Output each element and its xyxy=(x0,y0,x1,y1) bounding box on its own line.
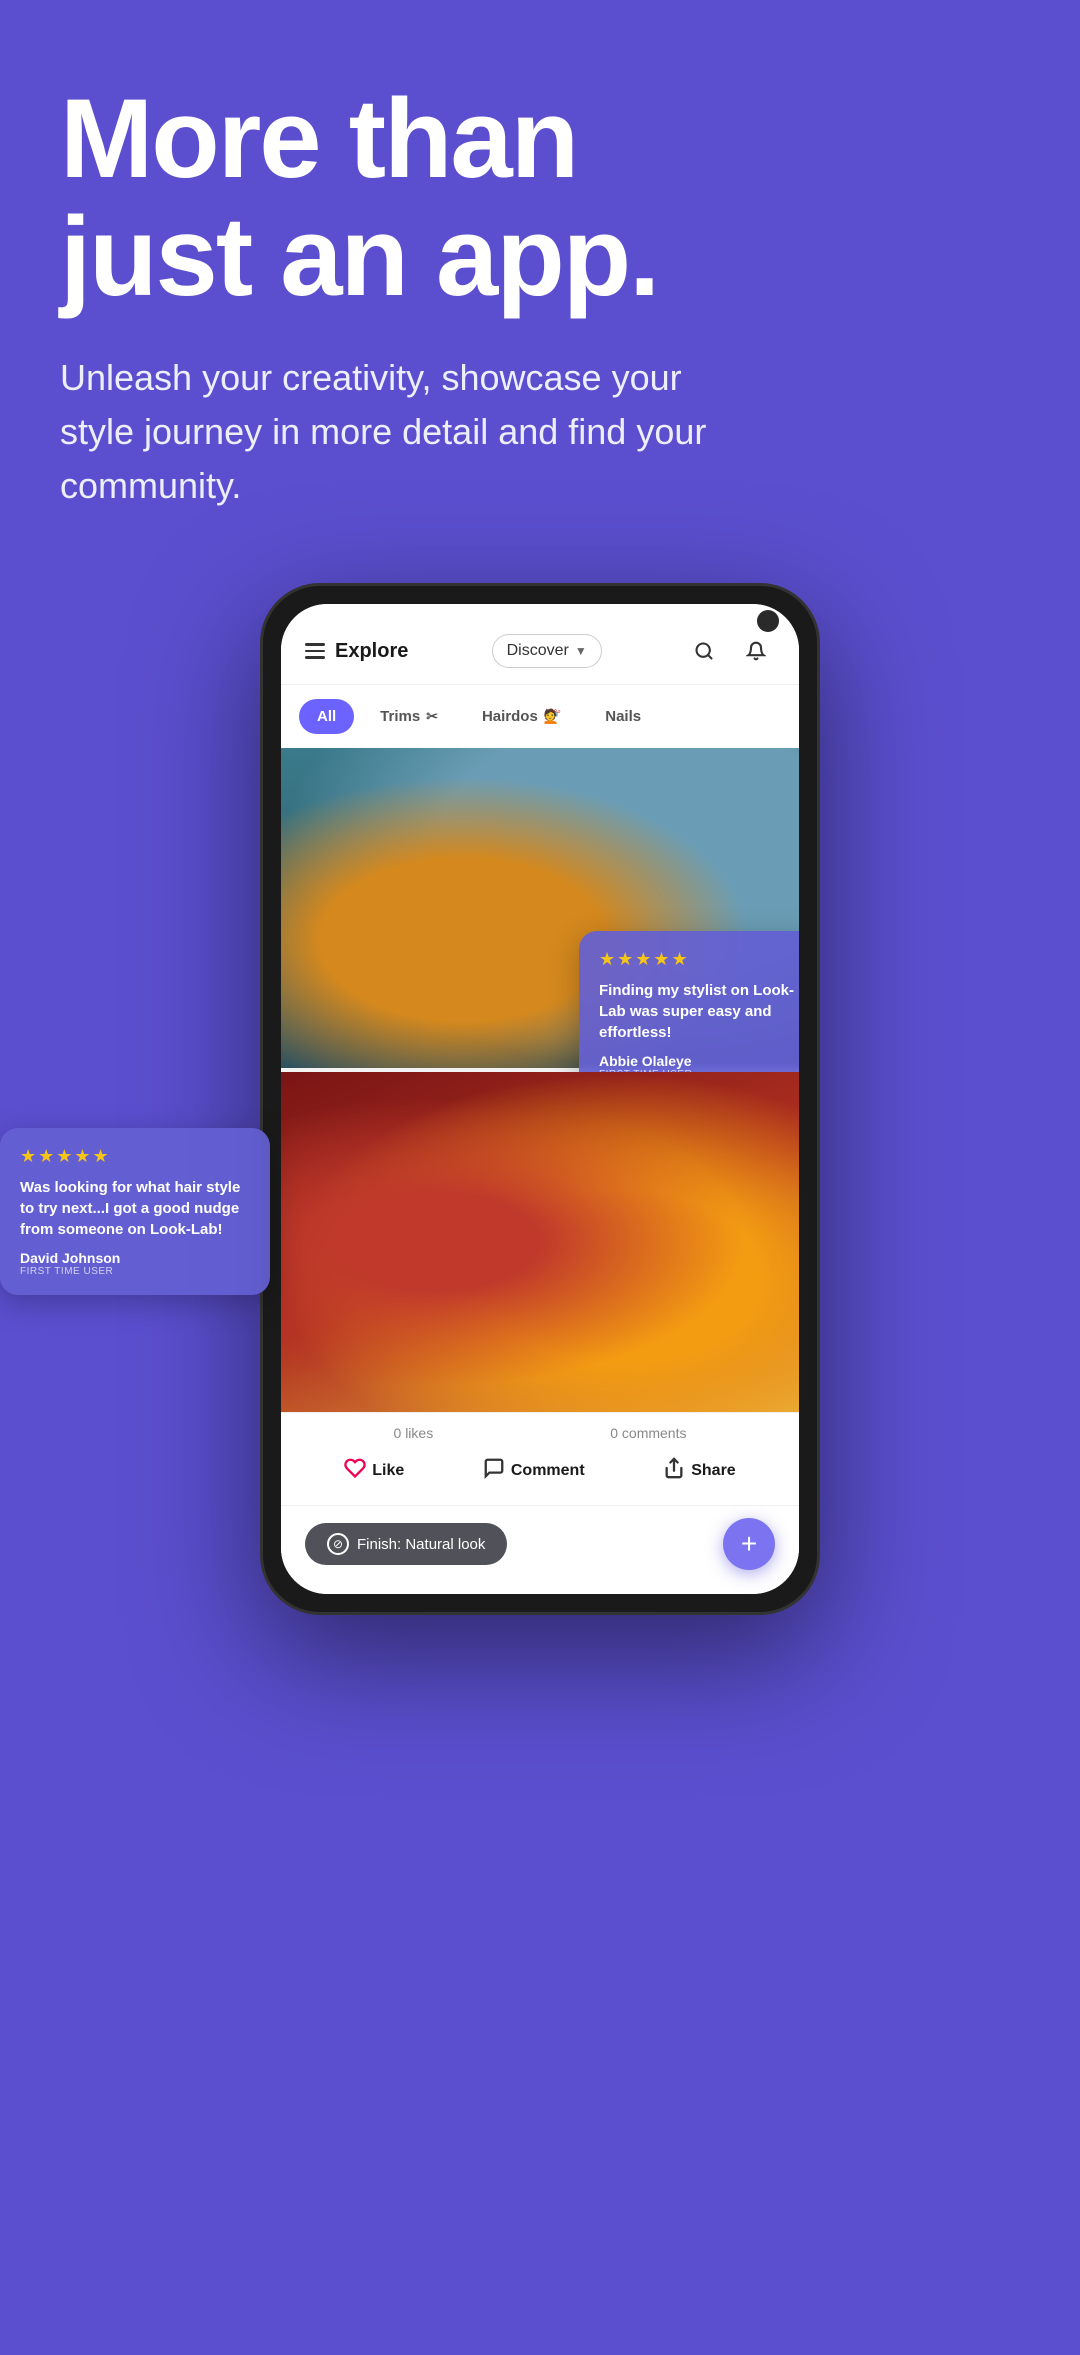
tab-trims-label: Trims xyxy=(380,708,420,725)
chevron-down-icon: ▼ xyxy=(575,644,587,658)
like-label: Like xyxy=(372,1462,404,1480)
review-card-left: ★★★★★ Was looking for what hair style to… xyxy=(0,1128,270,1295)
image-slot-top: ★★★★★ Finding my stylist on Look-Lab was… xyxy=(281,748,799,1068)
phone-screen: Explore Discover ▼ xyxy=(281,604,799,1594)
tab-hairdos-label: Hairdos xyxy=(482,708,538,725)
bottom-actions: Like Comment xyxy=(281,1447,799,1506)
tab-hairdos[interactable]: Hairdos 💇 xyxy=(464,699,579,734)
bell-icon[interactable] xyxy=(737,632,775,670)
share-label: Share xyxy=(691,1462,735,1480)
smiling-image xyxy=(281,1072,799,1412)
app-topbar: Explore Discover ▼ xyxy=(281,604,799,685)
tab-all[interactable]: All xyxy=(299,699,354,734)
hero-subtitle: Unleash your creativity, showcase your s… xyxy=(60,351,740,513)
stars-left: ★★★★★ xyxy=(20,1146,250,1167)
finish-icon: ⊘ xyxy=(327,1533,349,1555)
hero-title: More than just an app. xyxy=(60,80,1020,315)
reviewer-name-right: Abbie Olaleye xyxy=(599,1053,799,1069)
category-tabs: All Trims ✂ Hairdos 💇 Nails xyxy=(281,685,799,748)
stars-right: ★★★★★ xyxy=(599,949,799,970)
image-grid: ★★★★★ Finding my stylist on Look-Lab was… xyxy=(281,748,799,1412)
tab-nails[interactable]: Nails xyxy=(587,699,659,734)
hero-section: More than just an app. Unleash your crea… xyxy=(0,0,1080,553)
tab-trims[interactable]: Trims ✂ xyxy=(362,699,456,734)
scissors-icon: ✂ xyxy=(426,708,438,725)
bottom-pill-bar: ⊘ Finish: Natural look + xyxy=(281,1506,799,1594)
finish-pill[interactable]: ⊘ Finish: Natural look xyxy=(305,1523,507,1565)
search-icon[interactable] xyxy=(685,632,723,670)
fab-button[interactable]: + xyxy=(723,1518,775,1570)
heart-icon xyxy=(344,1457,366,1485)
hairdryer-icon: 💇 xyxy=(544,708,561,725)
reviewer-tag-left: FIRST TIME USER xyxy=(20,1266,250,1277)
dropdown-label: Discover xyxy=(507,642,569,660)
menu-icon[interactable] xyxy=(305,643,325,659)
likes-count: 0 likes xyxy=(394,1425,434,1441)
finish-pill-label: Finish: Natural look xyxy=(357,1536,485,1553)
bottom-stats: 0 likes 0 comments xyxy=(281,1412,799,1447)
review-text-left: Was looking for what hair style to try n… xyxy=(20,1177,250,1240)
topbar-icons xyxy=(685,632,775,670)
explore-label: Explore xyxy=(335,640,408,663)
app-content: Explore Discover ▼ xyxy=(281,604,799,1594)
discover-dropdown[interactable]: Discover ▼ xyxy=(492,634,602,668)
reviewer-name-left: David Johnson xyxy=(20,1250,250,1266)
phone-wrapper: ★★★★★ Was looking for what hair style to… xyxy=(0,553,1080,1675)
like-button[interactable]: Like xyxy=(344,1457,404,1485)
share-icon xyxy=(663,1457,685,1485)
topbar-left: Explore xyxy=(305,640,408,663)
comment-icon xyxy=(483,1457,505,1485)
comments-count: 0 comments xyxy=(610,1425,686,1441)
fab-label: + xyxy=(741,1528,757,1560)
share-button[interactable]: Share xyxy=(663,1457,735,1485)
comment-button[interactable]: Comment xyxy=(483,1457,585,1485)
phone-frame: Explore Discover ▼ xyxy=(260,583,820,1615)
image-slot-bottom xyxy=(281,1072,799,1412)
comment-label: Comment xyxy=(511,1462,585,1480)
review-text-right: Finding my stylist on Look-Lab was super… xyxy=(599,980,799,1043)
